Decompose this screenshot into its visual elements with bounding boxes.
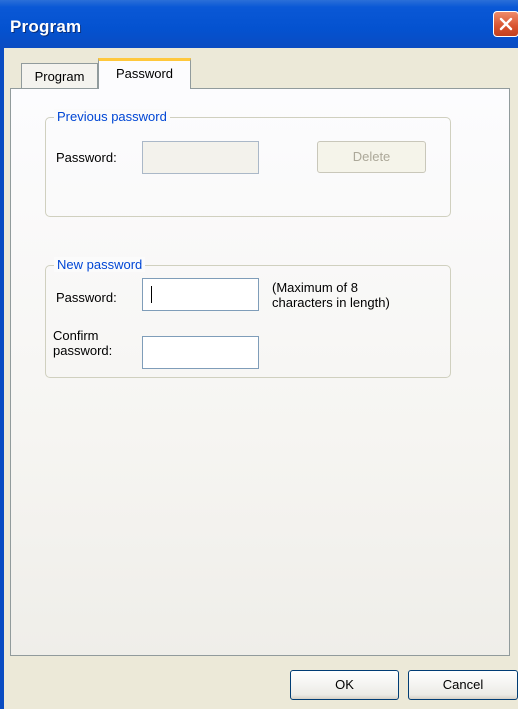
new-password-legend: New password <box>54 257 146 272</box>
title-bar[interactable]: Program <box>0 0 518 48</box>
close-button[interactable] <box>493 11 518 37</box>
confirm-password-label-line2: password: <box>53 343 113 358</box>
max-length-hint-line2: characters in length) <box>272 295 390 310</box>
previous-password-legend: Previous password <box>54 109 170 124</box>
window-title: Program <box>10 17 82 36</box>
dialog-window: Program Program Password Previous passwo… <box>0 0 518 709</box>
confirm-password-label-line1: Confirm <box>53 328 99 343</box>
max-length-hint-line1: (Maximum of 8 <box>272 280 358 295</box>
tab-program-label: Program <box>34 69 85 84</box>
new-password-input[interactable] <box>142 278 259 311</box>
new-password-label: Password: <box>56 290 117 305</box>
window-frame <box>0 48 4 709</box>
tab-program[interactable]: Program <box>21 63 98 88</box>
delete-button[interactable]: Delete <box>317 141 426 173</box>
cancel-button[interactable]: Cancel <box>408 670 518 700</box>
close-icon <box>499 17 513 31</box>
previous-password-label: Password: <box>56 150 117 165</box>
previous-password-input[interactable] <box>142 141 259 174</box>
confirm-password-input[interactable] <box>142 336 259 369</box>
tab-password-label: Password <box>115 66 174 81</box>
text-caret <box>151 286 152 303</box>
ok-button[interactable]: OK <box>290 670 399 700</box>
tab-password[interactable]: Password <box>98 58 191 89</box>
